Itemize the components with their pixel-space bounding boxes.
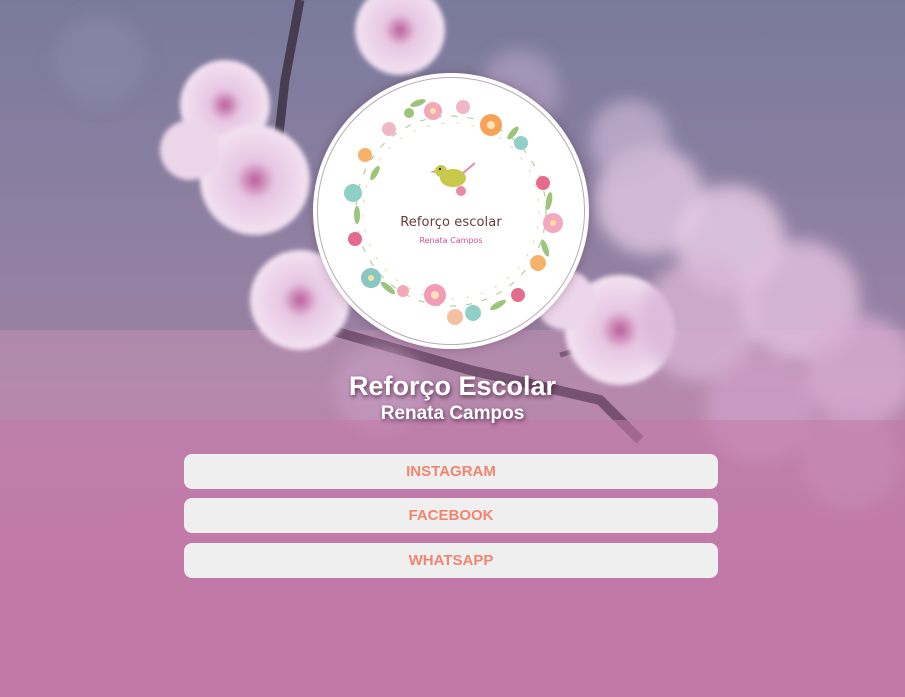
page-subtitle: Renata Campos [380, 403, 525, 424]
logo-subtitle: Renata Campos [419, 236, 483, 245]
page-title: Reforço Escolar [348, 371, 557, 401]
facebook-link-button[interactable]: FACEBOOK [184, 498, 718, 533]
instagram-link-button[interactable]: INSTAGRAM [184, 454, 718, 489]
whatsapp-link-button[interactable]: WHATSAPP [184, 543, 718, 578]
bird-icon [430, 162, 476, 196]
flower-wreath-icon [344, 99, 563, 325]
logo-title: Reforço escolar [400, 215, 502, 230]
logo-circle: Reforço escolar Renata Campos [313, 73, 589, 349]
